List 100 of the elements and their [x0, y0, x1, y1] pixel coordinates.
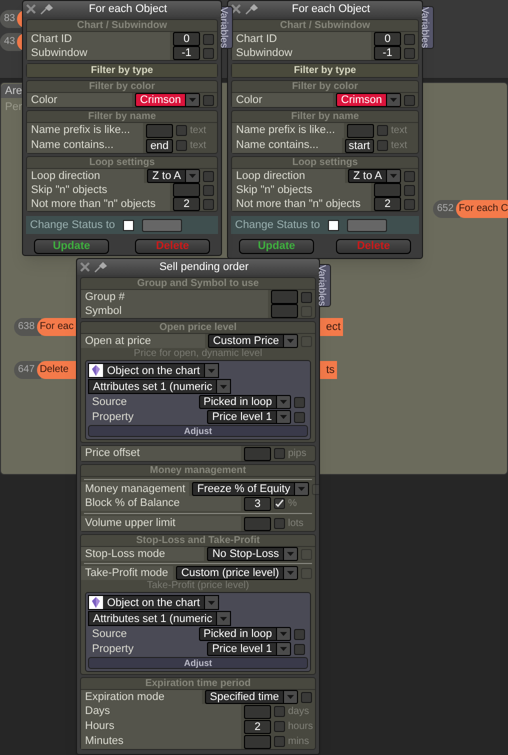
checkbox[interactable]: [404, 94, 415, 106]
checkbox[interactable]: [274, 518, 285, 529]
dropdown[interactable]: Price level 1: [207, 410, 291, 424]
checkbox[interactable]: [203, 94, 214, 106]
dropdown[interactable]: Z to A: [147, 169, 200, 183]
input-field[interactable]: -1: [173, 46, 200, 60]
checkbox[interactable]: [203, 198, 214, 210]
checkbox[interactable]: [274, 736, 285, 747]
checkbox[interactable]: [203, 170, 214, 182]
section-heading[interactable]: Filter by type: [27, 64, 217, 77]
adjust-button[interactable]: Adjust: [88, 425, 308, 437]
input-field[interactable]: [244, 734, 271, 748]
field-label: Property: [91, 642, 135, 656]
node-pill[interactable]: For each C: [456, 200, 508, 218]
update-button[interactable]: Update: [34, 239, 109, 254]
checkbox[interactable]: [301, 692, 312, 702]
checkbox[interactable]: [328, 220, 340, 230]
variables-tab[interactable]: Variables: [319, 264, 331, 307]
section-heading[interactable]: Filter by type: [232, 64, 418, 77]
dropdown[interactable]: Z to A: [348, 169, 401, 183]
checkbox[interactable]: [176, 125, 187, 136]
checkbox[interactable]: [377, 125, 388, 136]
input-field[interactable]: [146, 124, 173, 138]
variables-tab[interactable]: Variables: [422, 6, 434, 49]
input-field[interactable]: [142, 218, 182, 232]
dropdown[interactable]: Crimson: [336, 93, 401, 107]
dropdown[interactable]: Picked in loop: [198, 627, 291, 641]
field-label: Stop-Loss mode: [81, 547, 204, 561]
input-field[interactable]: [347, 218, 388, 232]
input-field[interactable]: 0: [374, 32, 401, 46]
checkbox[interactable]: [404, 34, 415, 44]
field-label: Money management: [81, 482, 190, 496]
field-label: Change Status to: [30, 218, 116, 233]
field-label: Days: [81, 704, 241, 719]
input-field[interactable]: [244, 704, 271, 718]
dropdown[interactable]: Object on the chart: [88, 595, 219, 610]
checkbox[interactable]: [123, 220, 134, 230]
input-field[interactable]: 2: [173, 197, 200, 211]
unit-label: hours: [288, 720, 312, 734]
close-icon[interactable]: [80, 262, 90, 272]
input-field[interactable]: -1: [374, 46, 401, 60]
input-field[interactable]: 0: [173, 32, 200, 46]
field-label: Not more than "n" objects: [27, 197, 170, 211]
dropdown[interactable]: Crimson: [135, 93, 200, 107]
unit-label: text: [391, 139, 408, 153]
close-icon[interactable]: [231, 4, 241, 14]
input-field[interactable]: [271, 304, 298, 318]
input-field[interactable]: 2: [244, 720, 271, 734]
field-label: Color: [27, 93, 132, 107]
dropdown[interactable]: Object on the chart: [88, 363, 219, 378]
dropdown[interactable]: Picked in loop: [198, 395, 291, 409]
field-label: Chart ID: [232, 32, 371, 46]
checkbox[interactable]: [203, 184, 214, 196]
checkbox[interactable]: [203, 48, 214, 58]
field-label: Source: [91, 395, 128, 409]
close-icon[interactable]: [26, 4, 36, 14]
checkbox[interactable]: [274, 721, 285, 732]
input-field[interactable]: 3: [244, 496, 271, 510]
field-label: Color: [232, 93, 334, 107]
input-field[interactable]: [347, 124, 374, 138]
input-field[interactable]: end: [146, 138, 173, 152]
variables-tab[interactable]: Variables: [221, 6, 233, 49]
caret-icon: [185, 170, 199, 182]
checkbox[interactable]: [404, 184, 415, 196]
pin-icon[interactable]: [94, 261, 108, 273]
dropdown[interactable]: Price level 1: [207, 642, 291, 656]
input-field[interactable]: [271, 290, 298, 304]
checkbox[interactable]: [294, 412, 305, 422]
pin-icon[interactable]: [245, 3, 259, 15]
pin-icon[interactable]: [40, 3, 54, 15]
checkbox[interactable]: [176, 140, 187, 151]
input-field[interactable]: [244, 516, 271, 530]
checkbox[interactable]: [301, 292, 312, 302]
input-field[interactable]: [173, 183, 200, 197]
checkbox[interactable]: [274, 706, 285, 717]
field-label: Loop direction: [27, 169, 144, 183]
dropdown[interactable]: Attributes set 1 (numeric: [88, 379, 232, 394]
caret-icon: [386, 170, 400, 182]
caret-icon: [204, 364, 218, 377]
checkbox[interactable]: [294, 396, 305, 408]
dropdown[interactable]: Attributes set 1 (numeric: [88, 611, 232, 626]
checkbox[interactable]: [404, 170, 415, 182]
checkbox[interactable]: [203, 34, 214, 44]
dropdown[interactable]: Specified time: [204, 690, 298, 704]
checkbox[interactable]: [274, 448, 285, 459]
checkbox[interactable]: [274, 498, 285, 509]
checkbox[interactable]: [404, 48, 415, 58]
input-field[interactable]: start: [344, 138, 374, 152]
checkbox[interactable]: [294, 644, 305, 654]
adjust-button[interactable]: Adjust: [88, 657, 308, 669]
checkbox[interactable]: [404, 198, 415, 210]
unit-label: days: [288, 705, 310, 719]
update-button[interactable]: Update: [239, 239, 314, 254]
input-field[interactable]: [244, 446, 271, 460]
checkbox[interactable]: [294, 628, 305, 640]
field-label: Chart ID: [27, 32, 170, 46]
checkbox[interactable]: [377, 140, 388, 151]
node-label: ts: [326, 363, 335, 378]
input-field[interactable]: 2: [374, 197, 401, 211]
input-field[interactable]: [374, 183, 401, 197]
